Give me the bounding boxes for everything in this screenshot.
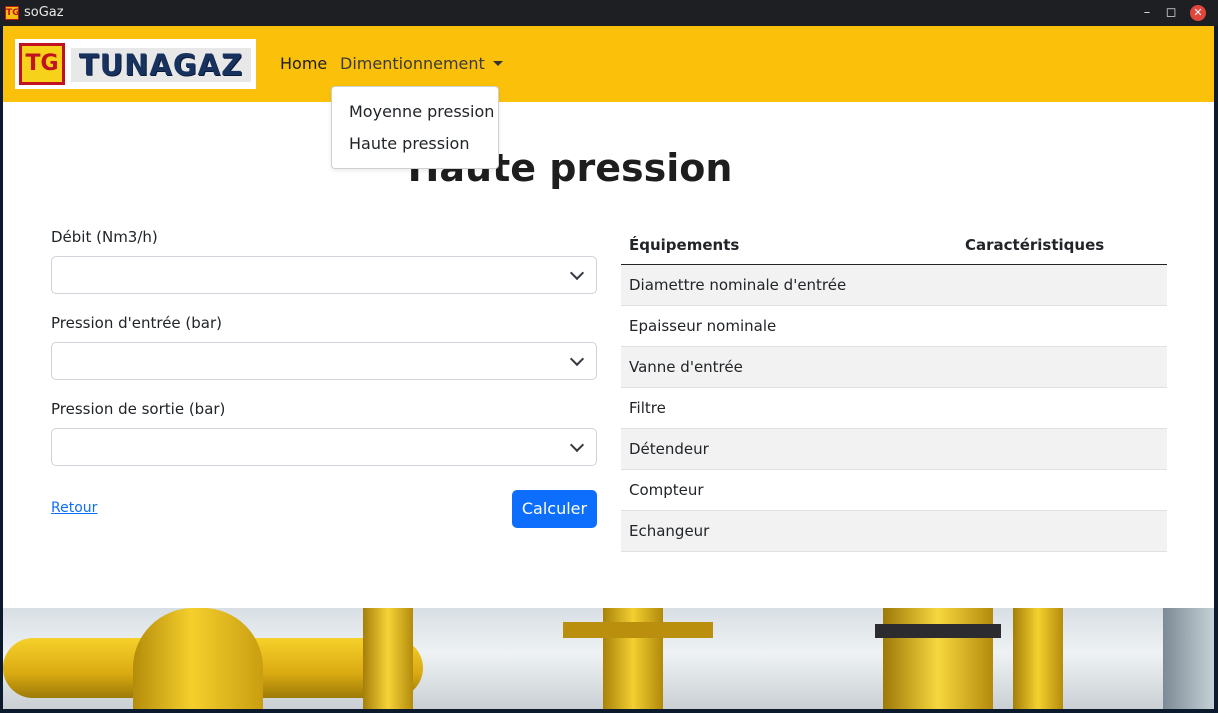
dropdown-item-moyenne-pression[interactable]: Moyenne pression <box>349 102 494 121</box>
column-header-caracteristiques: Caractéristiques <box>965 236 1105 254</box>
equipment-table: Équipements Caractéristiques Diamettre n… <box>621 226 1167 552</box>
table-cell-equipement: Echangeur <box>629 522 710 540</box>
pipe-shape <box>1013 608 1063 709</box>
table-cell-equipement: Epaisseur nominale <box>629 317 777 335</box>
pipe-shape <box>133 608 263 709</box>
pression-entree-label: Pression d'entrée (bar) <box>51 314 223 332</box>
table-row: Echangeur <box>621 511 1167 552</box>
logo-text: TUNAGAZ <box>71 48 251 82</box>
table-row: Diamettre nominale d'entrée <box>621 265 1167 306</box>
table-cell-equipement: Vanne d'entrée <box>629 358 743 376</box>
close-icon[interactable]: ✕ <box>1190 5 1206 21</box>
pipe-shape <box>363 608 413 709</box>
table-cell-equipement: Filtre <box>629 399 666 417</box>
logo-mark: TG <box>19 43 65 85</box>
column-header-equipements: Équipements <box>629 236 740 254</box>
table-cell-equipement: Compteur <box>629 481 704 499</box>
window-titlebar: TG soGaz – ◻ ✕ <box>0 0 1218 26</box>
window-title: soGaz <box>24 5 64 20</box>
chevron-down-icon <box>569 437 585 453</box>
pression-sortie-label: Pression de sortie (bar) <box>51 400 226 418</box>
nav-dimentionnement-label: Dimentionnement <box>340 54 485 73</box>
navbar: TG TUNAGAZ Home Dimentionnement <box>3 26 1214 102</box>
table-row: Filtre <box>621 388 1167 429</box>
table-header: Équipements Caractéristiques <box>621 226 1167 265</box>
caret-down-icon <box>492 61 503 66</box>
table-row: Compteur <box>621 470 1167 511</box>
table-cell-equipement: Détendeur <box>629 440 709 458</box>
chevron-down-icon <box>569 265 585 281</box>
dimentionnement-dropdown-menu: Moyenne pression Haute pression <box>331 86 499 169</box>
debit-label: Débit (Nm3/h) <box>51 228 158 246</box>
table-row: Epaisseur nominale <box>621 306 1167 347</box>
page-title: Haute pression <box>407 146 733 190</box>
nav-home-link[interactable]: Home <box>280 54 327 73</box>
app-window: TG TUNAGAZ Home Dimentionnement Moyenne … <box>3 26 1214 709</box>
calculer-button[interactable]: Calculer <box>512 490 597 528</box>
table-row: Vanne d'entrée <box>621 347 1167 388</box>
brand-logo[interactable]: TG TUNAGAZ <box>15 39 256 89</box>
pipes-banner-image <box>3 608 1214 709</box>
flange-shape <box>563 622 713 638</box>
pression-entree-select[interactable] <box>51 342 597 380</box>
maximize-icon[interactable]: ◻ <box>1162 4 1180 22</box>
background-structure <box>1163 608 1214 709</box>
pression-sortie-select[interactable] <box>51 428 597 466</box>
retour-link[interactable]: Retour <box>51 500 97 516</box>
table-cell-equipement: Diamettre nominale d'entrée <box>629 276 847 294</box>
dropdown-item-haute-pression[interactable]: Haute pression <box>349 134 469 153</box>
chevron-down-icon <box>569 351 585 367</box>
flange-shape <box>875 624 1001 638</box>
app-logo-icon: TG <box>5 6 20 20</box>
minimize-icon[interactable]: – <box>1138 4 1156 22</box>
debit-select[interactable] <box>51 256 597 294</box>
table-row: Détendeur <box>621 429 1167 470</box>
nav-dimentionnement-toggle[interactable]: Dimentionnement <box>340 54 503 73</box>
